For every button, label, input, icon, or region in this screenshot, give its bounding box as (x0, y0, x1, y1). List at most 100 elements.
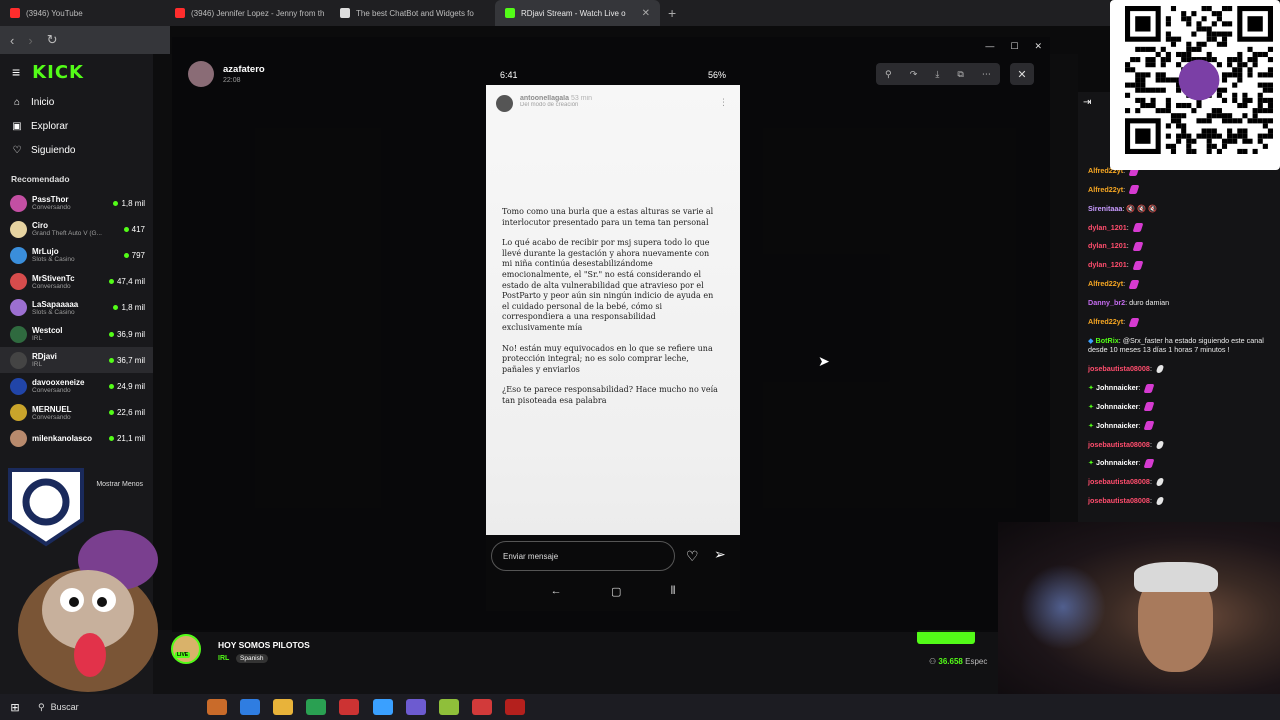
live-dot-icon (108, 331, 114, 337)
window-close-icon[interactable]: ✕ (1034, 41, 1042, 52)
channel-category: IRL (32, 361, 43, 369)
kick-logo[interactable]: KICK (32, 62, 84, 83)
sidebar-channel-item[interactable]: MrLujo Slots & Casino 797 (0, 242, 153, 268)
streamer-avatar[interactable] (171, 634, 201, 664)
sidebar-channel-item[interactable]: MERNUEL Conversando 22,6 mil (0, 400, 153, 426)
chat-username[interactable]: Johnnaicker (1096, 458, 1138, 467)
sidebar-channel-item[interactable]: Westcol IRL 36,9 mil (0, 321, 153, 347)
sidebar-channel-item[interactable]: milenkanolasco 21,1 mil (0, 426, 153, 452)
sidebar-channel-item[interactable]: davooxeneize Conversando 24,9 mil (0, 373, 153, 399)
open-external-icon[interactable]: ⧉ (957, 69, 963, 80)
chat-username[interactable]: dylan_1201 (1088, 223, 1127, 232)
emote-icon (1143, 402, 1155, 412)
channel-viewer-count: 21,1 mil (116, 434, 145, 444)
tab-favicon-icon (175, 8, 185, 18)
live-dot-icon (123, 226, 129, 232)
taskbar-app-icon[interactable] (372, 699, 393, 715)
heart-icon: ♡ (12, 144, 22, 156)
taskbar-app-icon[interactable] (272, 699, 293, 715)
chat-username[interactable]: Sirenitaaa (1088, 204, 1122, 213)
story-paragraph: Tomo como una burla que a estas alturas … (502, 207, 714, 227)
channel-name: MrLujo (32, 247, 59, 257)
channel-avatar (10, 325, 27, 343)
nav-item-siguiendo[interactable]: ♡ Siguiendo (0, 138, 153, 162)
main-nav: ⌂ Inicio ▣ Explorar ♡ Siguiendo (0, 90, 153, 162)
taskbar-app-icon[interactable] (505, 699, 526, 715)
taskbar-app-icon[interactable] (339, 699, 360, 715)
chat-message: ◆ BotRix: @Srx_faster ha estado siguiend… (1088, 335, 1264, 355)
taskbar-app-icon[interactable] (405, 699, 426, 715)
taskbar-app-icon[interactable] (239, 699, 260, 715)
chat-username[interactable]: dylan_1201 (1088, 260, 1127, 269)
more-options-icon[interactable]: ⋯ (982, 69, 991, 80)
nav-item-explorar[interactable]: ▣ Explorar (0, 114, 153, 138)
taskbar-app-icon[interactable] (206, 699, 227, 715)
chat-username[interactable]: Alfred22yt (1088, 185, 1123, 194)
minimize-icon[interactable]: — (985, 41, 994, 52)
chat-message: ✦ Johnnaicker: (1088, 458, 1274, 468)
viewer-count: ⚇ 36.658 Espec (929, 657, 987, 666)
chat-username[interactable]: Alfred22yt (1088, 279, 1123, 288)
channel-viewer-count: 36,7 mil (116, 355, 145, 365)
channel-viewer-count: 1,8 mil (121, 303, 145, 313)
nav-item-inicio[interactable]: ⌂ Inicio (0, 90, 153, 114)
windows-start-icon[interactable]: ⊞ (0, 701, 30, 714)
sidebar-channel-item[interactable]: LaSapaaaaa Slots & Casino 1,8 mil (0, 295, 153, 321)
viewer-count-suffix: Espec (965, 657, 988, 666)
browser-tab[interactable]: The best ChatBot and Widgets fo (330, 0, 495, 26)
browser-tab[interactable]: (3946) YouTube (0, 0, 165, 26)
back-icon[interactable]: ‹ (10, 33, 14, 48)
follow-button[interactable] (917, 630, 975, 644)
stream-info-bar: LIVE HOY SOMOS PILOTOS IRL Spanish ⚇ 36.… (153, 630, 998, 694)
browser-tab[interactable]: RDjavi Stream - Watch Live o ✕ (495, 0, 660, 26)
chat-username[interactable]: josebautista08008 (1088, 477, 1150, 486)
chat-username[interactable]: josebautista08008 (1088, 440, 1150, 449)
channel-viewers: 21,1 mil (108, 434, 145, 444)
image-viewer-overlay: — ☐ ✕ azafatero 22:08 ⚲ ↷ ⤓ ⧉ ⋯ ✕ 6:41 5… (172, 37, 1050, 632)
chat-username[interactable]: Danny_br2 (1088, 298, 1125, 307)
taskbar-app-icon[interactable] (306, 699, 327, 715)
chat-text: duro damian (1129, 298, 1170, 308)
new-tab-icon[interactable]: + (668, 5, 676, 21)
download-icon[interactable]: ⤓ (935, 69, 939, 80)
browser-tab[interactable]: (3946) Jennifer Lopez - Jenny from th (165, 0, 330, 26)
reload-icon[interactable]: ↻ (47, 32, 58, 48)
channel-viewer-count: 22,6 mil (116, 408, 145, 418)
chat-username[interactable]: josebautista08008 (1088, 496, 1150, 505)
channel-avatar (10, 220, 27, 238)
maximize-icon[interactable]: ☐ (1010, 41, 1018, 52)
sender-name: azafatero (223, 64, 265, 75)
sidebar-channel-item[interactable]: MrStivenTc Conversando 47,4 mil (0, 269, 153, 295)
browser-nav-controls: ‹ › ↻ (0, 26, 170, 54)
forward-icon[interactable]: › (28, 33, 32, 48)
stream-language-tag[interactable]: Spanish (236, 654, 268, 663)
chat-username[interactable]: Johnnaicker (1096, 383, 1138, 392)
sidebar-channel-item[interactable]: Ciro Grand Theft Auto V (G... 417 (0, 216, 153, 242)
chat-username[interactable]: Johnnaicker (1096, 402, 1138, 411)
stream-category[interactable]: IRL (218, 655, 229, 662)
chat-username[interactable]: Johnnaicker (1096, 421, 1138, 430)
sidebar-channel-item[interactable]: PassThor Conversando 1,8 mil (0, 190, 153, 216)
close-viewer-button[interactable]: ✕ (1010, 63, 1034, 85)
taskbar-app-icon[interactable] (472, 699, 493, 715)
channel-avatar (10, 351, 27, 369)
chat-username[interactable]: dylan_1201 (1088, 241, 1127, 250)
chat-username[interactable]: Alfred22yt (1088, 317, 1123, 326)
live-dot-icon (123, 252, 129, 258)
chat-username[interactable]: BotRix (1096, 336, 1119, 345)
zoom-icon[interactable]: ⚲ (885, 69, 892, 80)
tab-close-icon[interactable]: ✕ (642, 8, 650, 19)
chat-collapse-icon[interactable]: ⇥ (1083, 97, 1091, 108)
stream-title: HOY SOMOS PILOTOS (218, 640, 310, 650)
channel-avatar (10, 246, 27, 264)
taskbar-app-icon[interactable] (438, 699, 459, 715)
menu-icon[interactable]: ≡ (12, 64, 20, 80)
chat-username[interactable]: josebautista08008 (1088, 364, 1150, 373)
story-image: antoonellagala 53 min Del modo de creaci… (486, 85, 740, 535)
channel-category: Conversando (32, 387, 71, 395)
taskbar-search[interactable]: ⚲ Buscar (30, 697, 150, 717)
channel-name: Westcol (32, 326, 63, 336)
sidebar-channel-item[interactable]: RDjavi IRL 36,7 mil (0, 347, 153, 374)
forward-share-icon[interactable]: ↷ (910, 69, 918, 80)
emote-icon (1132, 260, 1144, 270)
